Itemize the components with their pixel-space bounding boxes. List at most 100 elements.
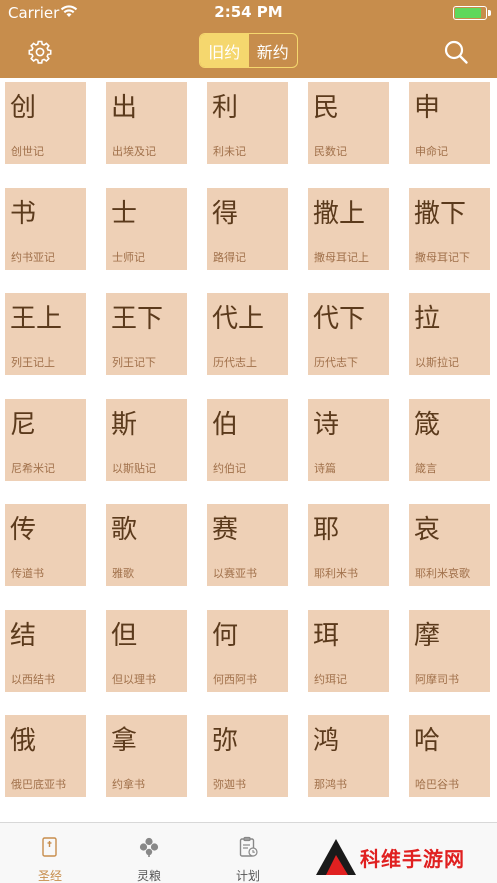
- book-cell[interactable]: 歌雅歌: [106, 504, 187, 586]
- book-cell[interactable]: 拿约拿书: [106, 715, 187, 797]
- book-name: 那鸿书: [314, 778, 347, 791]
- settings-button[interactable]: [28, 40, 52, 64]
- book-grid: 创创世记出出埃及记利利未记民民数记申申命记书约书亚记士士师记得路得记 撒上 撒母耳记…: [0, 78, 497, 822]
- book-name: 弥迦书: [213, 778, 246, 791]
- book-name: 诗篇: [314, 461, 336, 475]
- book-cell[interactable]: 拉以斯拉记: [409, 293, 490, 375]
- book-name: 以西结书: [11, 672, 55, 686]
- book-name: 耶利米哀歌: [415, 567, 470, 580]
- book-name: 箴言: [415, 461, 437, 475]
- book-cell[interactable]: 传传道书: [5, 504, 86, 586]
- book-cell[interactable]: 结以西结书: [5, 609, 86, 692]
- tab-plan-label: 计划: [235, 869, 260, 883]
- book-cell[interactable]: 赛以赛亚书: [207, 504, 288, 586]
- book-abbreviation: 创: [10, 93, 37, 123]
- segment-old-testament[interactable]: 旧约: [200, 34, 249, 67]
- book-name: 路得记: [213, 250, 246, 264]
- clipboard-icon: [236, 835, 260, 859]
- book-name: 历代志上: [213, 356, 257, 369]
- book-cell[interactable]: 哀耶利米哀歌: [409, 504, 490, 586]
- search-icon: [444, 40, 468, 64]
- book-cell[interactable]: 尼尼希米记: [5, 398, 86, 481]
- book-name: 历代志下: [314, 356, 358, 369]
- book-name: 列王记下: [112, 356, 156, 369]
- book-cell[interactable]: 撒上 撒母耳记上: [308, 187, 389, 270]
- book-cell[interactable]: 王上 列王记上: [5, 293, 86, 375]
- book-cell[interactable]: 士士师记: [106, 187, 187, 270]
- book-abbreviation: 何: [212, 620, 239, 651]
- battery-icon: [453, 6, 487, 20]
- tab-bible[interactable]: 圣经: [0, 823, 100, 883]
- book-cell[interactable]: 箴箴言: [409, 398, 490, 481]
- book-abbreviation: 结: [10, 620, 37, 651]
- book-name: 撒母耳记下: [415, 250, 470, 264]
- search-button[interactable]: [443, 39, 469, 65]
- book-cell[interactable]: 何何西阿书: [207, 609, 288, 692]
- book-abbreviation: 伯: [212, 409, 239, 440]
- book-abbreviation: 鸿: [313, 726, 340, 756]
- gear-icon: [28, 40, 52, 64]
- book-cell[interactable]: 创创世记: [5, 82, 86, 164]
- book-name: 创世记: [11, 145, 44, 158]
- book-abbreviation: 赛: [212, 515, 239, 545]
- book-name: 俄巴底亚书: [11, 778, 66, 791]
- testament-segmented-control: 旧约 新约: [199, 33, 298, 68]
- book-abbreviation: 哀: [414, 515, 441, 545]
- book-cell[interactable]: 得路得记: [207, 187, 288, 270]
- book-abbreviation: 耶: [313, 515, 340, 545]
- book-abbreviation: 王下: [111, 304, 164, 334]
- book-abbreviation: 出: [111, 93, 138, 123]
- battery-tip: [488, 10, 491, 16]
- book-abbreviation: 珥: [313, 620, 340, 651]
- book-abbreviation: 书: [10, 198, 37, 229]
- tab-bible-label: 圣经: [37, 869, 62, 883]
- book-cell[interactable]: 鸿那鸿书: [308, 715, 389, 797]
- book-cell[interactable]: 摩阿摩司书: [409, 609, 490, 692]
- book-abbreviation: 士: [111, 198, 138, 229]
- book-cell[interactable]: 申申命记: [409, 82, 490, 164]
- book-cell[interactable]: 但但以理书: [106, 609, 187, 692]
- book-name: 以赛亚书: [213, 567, 257, 580]
- book-cell[interactable]: 民民数记: [308, 82, 389, 164]
- book-cell[interactable]: 弥弥迦书: [207, 715, 288, 797]
- book-abbreviation: 诗: [313, 409, 340, 440]
- book-icon: [38, 835, 62, 859]
- book-name: 约拿书: [112, 778, 145, 791]
- book-abbreviation: 摩: [414, 620, 441, 651]
- tab-spiritual-food[interactable]: 灵粮: [99, 823, 199, 883]
- book-name: 列王记上: [11, 356, 55, 369]
- book-name: 何西阿书: [213, 672, 257, 686]
- book-abbreviation: 拉: [414, 304, 441, 334]
- book-cell[interactable]: 斯以斯贴记: [106, 398, 187, 481]
- book-cell[interactable]: 代下 历代志下: [308, 293, 389, 375]
- book-name: 士师记: [112, 250, 145, 264]
- book-cell[interactable]: 书约书亚记: [5, 187, 86, 270]
- segment-new-testament[interactable]: 新约: [249, 34, 298, 67]
- book-abbreviation: 斯: [111, 409, 138, 440]
- book-cell[interactable]: 出出埃及记: [106, 82, 187, 164]
- book-abbreviation: 民: [313, 93, 340, 123]
- book-cell[interactable]: 俄俄巴底亚书: [5, 715, 86, 797]
- book-name: 阿摩司书: [415, 672, 459, 686]
- clock: 2:54 PM: [214, 3, 283, 21]
- book-name: 以斯贴记: [112, 461, 156, 475]
- book-cell[interactable]: 诗诗篇: [308, 398, 389, 481]
- book-cell[interactable]: 撒下 撒母耳记下: [409, 187, 490, 270]
- book-abbreviation: 箴: [414, 409, 441, 440]
- book-cell[interactable]: 珥约珥记: [308, 609, 389, 692]
- book-name: 约书亚记: [11, 250, 55, 264]
- tab-plan[interactable]: 计划: [198, 823, 298, 883]
- book-abbreviation: 撒下: [414, 198, 467, 229]
- book-name: 雅歌: [112, 567, 134, 580]
- book-abbreviation: 王上: [10, 304, 63, 334]
- book-cell[interactable]: 哈哈巴谷书: [409, 715, 490, 797]
- book-cell[interactable]: 伯约伯记: [207, 398, 288, 481]
- book-cell[interactable]: 耶耶利米书: [308, 504, 389, 586]
- tab-bar: 圣经 灵粮 计划 科维手游网: [0, 822, 497, 883]
- book-cell[interactable]: 利利未记: [207, 82, 288, 164]
- book-name: 约伯记: [213, 461, 246, 475]
- book-abbreviation: 尼: [10, 409, 37, 440]
- book-cell[interactable]: 代上 历代志上: [207, 293, 288, 375]
- book-abbreviation: 得: [212, 198, 239, 229]
- book-cell[interactable]: 王下 列王记下: [106, 293, 187, 375]
